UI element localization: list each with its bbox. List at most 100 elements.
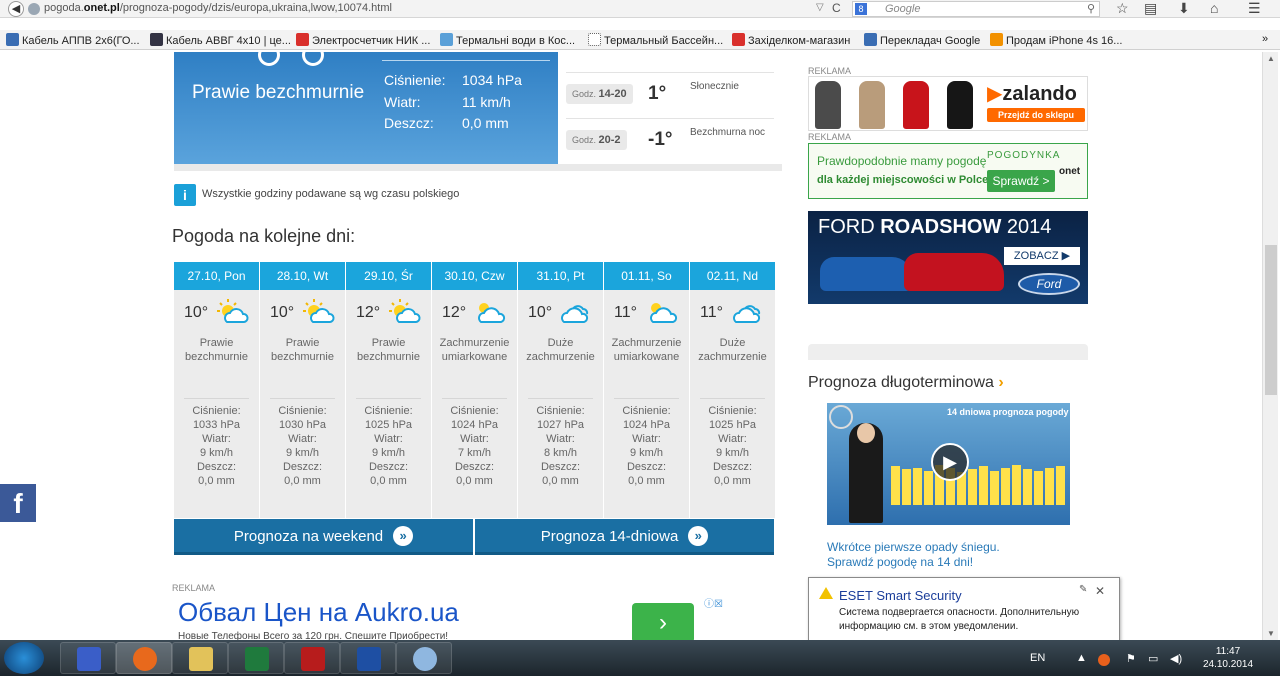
ad-title[interactable]: Обвал Цен на Aukro.ua	[178, 597, 459, 628]
divider	[528, 398, 593, 399]
taskbar-word[interactable]	[340, 642, 396, 674]
coat-image	[859, 81, 885, 129]
download-icon[interactable]: ⬇	[1178, 0, 1190, 17]
search-input[interactable]: 8 Google ⚲	[852, 1, 1100, 17]
back-button[interactable]: ◀	[8, 1, 24, 17]
bookmark-5[interactable]: Термальный Бассейн...	[588, 33, 723, 47]
taskbar-autocad[interactable]	[284, 642, 340, 674]
forecast-temp: 11°	[614, 304, 638, 321]
home-icon[interactable]: ⌂	[1210, 0, 1218, 16]
logo-icon	[829, 405, 853, 429]
video-bar	[1034, 470, 1043, 505]
network-icon[interactable]: ▭	[1148, 652, 1158, 665]
video-heading: 14 dniowa prognoza pogody	[947, 407, 1069, 417]
search-icon[interactable]: ⚲	[1087, 2, 1095, 16]
bookmarks-menu-icon[interactable]: ▤	[1144, 0, 1157, 17]
wind-value: 9 km/h	[285, 447, 319, 459]
ford-see-button[interactable]: ZOBACZ ▶	[1004, 247, 1080, 265]
taskbar-paint[interactable]	[396, 642, 452, 674]
weather-icon	[258, 52, 280, 66]
bookmarks-overflow-icon[interactable]: »	[1262, 33, 1268, 45]
volume-icon[interactable]: ◀)	[1170, 652, 1182, 665]
url-dropdown-icon[interactable]: ▽	[816, 2, 824, 13]
floppy-icon	[77, 647, 101, 671]
presenter-face	[857, 423, 875, 443]
fourteen-day-forecast-button[interactable]: Prognoza 14-dniowa»	[475, 519, 774, 555]
pog-check-button[interactable]: Sprawdź >	[987, 170, 1055, 192]
bookmark-8[interactable]: Продам iPhone 4s 16...	[990, 33, 1122, 47]
taskbar-explorer[interactable]	[172, 642, 228, 674]
bookmark-favicon-icon	[732, 33, 745, 46]
menu-icon[interactable]: ☰	[1248, 0, 1261, 17]
start-button[interactable]	[4, 642, 44, 674]
forecast-condition: Zachmurzenie umiarkowane	[611, 337, 682, 363]
video-bar	[1023, 469, 1032, 505]
site-icon	[28, 3, 40, 15]
cloud-sun-icon	[646, 298, 680, 324]
folder-icon	[189, 647, 213, 671]
pin-icon[interactable]: ✎	[1079, 584, 1087, 595]
tray-expand-icon[interactable]: ▲	[1076, 652, 1087, 664]
forecast-date: 02.11, Nd	[690, 262, 775, 290]
arrow-right-icon: »	[688, 526, 709, 546]
forecast-stats: Ciśnienie: 1024 hPa Wiatr: 7 km/h Deszcz: 0,0…	[434, 404, 515, 488]
pogodynka-ad[interactable]: Prawdopodobnie mamy pogodę dla każdej mi…	[808, 143, 1088, 199]
page-scrollbar[interactable]: ▲ ▼	[1262, 52, 1278, 640]
ford-logo: Ford	[1018, 273, 1080, 295]
language-indicator[interactable]: EN	[1030, 652, 1045, 664]
bookmark-star-icon[interactable]: ☆	[1116, 0, 1129, 17]
refresh-icon[interactable]: C	[832, 1, 841, 15]
zalando-ad[interactable]: ▶zalando Przejdź do sklepu	[808, 76, 1088, 131]
long-forecast-title[interactable]: Prognoza długoterminowa ›	[808, 374, 1004, 392]
taskbar-firefox[interactable]	[116, 642, 172, 674]
forecast-video[interactable]: 14 dniowa prognoza pogody ▶	[827, 403, 1070, 525]
next-days-title: Pogoda na kolejne dni:	[172, 226, 356, 246]
long-forecast-header-bar	[808, 344, 1088, 360]
eset-tray-icon[interactable]	[1098, 654, 1110, 666]
bookmark-7[interactable]: Перекладач Google	[864, 33, 980, 47]
clouds-icon	[560, 298, 594, 324]
clouds-icon	[732, 298, 766, 324]
facebook-icon[interactable]: f	[0, 484, 36, 522]
bookmark-4[interactable]: Термальні води в Кос...	[440, 33, 575, 47]
flag-icon[interactable]: ⚑	[1126, 652, 1136, 665]
excel-icon	[245, 647, 269, 671]
bookmark-6[interactable]: Західелком-магазин	[732, 33, 850, 47]
hour-temp: -1°	[648, 129, 673, 150]
scroll-down-icon[interactable]: ▼	[1267, 629, 1275, 638]
divider	[270, 398, 335, 399]
ad-label: REKLAMA	[808, 132, 852, 142]
play-icon[interactable]: ▶	[931, 443, 969, 481]
bookmark-2[interactable]: Кабель АВВГ 4х10 | це...	[150, 33, 291, 47]
clock[interactable]: 11:47 24.10.2014	[1200, 645, 1256, 671]
taskbar-excel[interactable]	[228, 642, 284, 674]
rain-value: 0,0 mm	[714, 475, 751, 487]
ad-label: REKLAMA	[808, 66, 852, 76]
sun-cloud-icon	[388, 298, 422, 324]
scroll-thumb[interactable]	[1265, 245, 1277, 395]
bookmark-1[interactable]: Кабель АППВ 2х6(ГО...	[6, 33, 140, 47]
taskbar-save-app[interactable]	[60, 642, 116, 674]
forecast-stats: Ciśnienie: 1027 hPa Wiatr: 8 km/h Deszcz: 0,0…	[520, 404, 601, 488]
pressure-label: Ciśnienie:	[192, 405, 241, 417]
pressure-value: 1033 hPa	[192, 419, 241, 431]
video-bar	[1056, 466, 1065, 505]
video-bar	[990, 470, 999, 505]
close-icon[interactable]: ✕	[1095, 584, 1105, 598]
ad-go-button[interactable]: ›	[632, 603, 694, 643]
bookmark-3[interactable]: Электросчетчик НИК ...	[296, 33, 430, 47]
ford-roadshow-ad[interactable]: FORD ROADSHOW 2014 ZOBACZ ▶ Ford	[808, 211, 1088, 304]
scroll-up-icon[interactable]: ▲	[1267, 54, 1275, 63]
sun-cloud-icon	[216, 298, 250, 324]
pressure-label: Ciśnienie:	[364, 405, 413, 417]
weekend-forecast-button[interactable]: Prognoza na weekend»	[174, 519, 473, 555]
address-field[interactable]: pogoda.onet.pl/prognoza-pogody/dzis/euro…	[44, 2, 392, 14]
pog-line2: dla każdej miejscowości w Polce!	[817, 174, 992, 186]
wind-label: Wiatr:	[460, 433, 489, 445]
video-caption[interactable]: Wkrótce pierwsze opady śniegu. Sprawdź po…	[827, 540, 1000, 570]
eset-notification[interactable]: ESET Smart Security Система подвергается…	[808, 577, 1120, 641]
ad-close-icon[interactable]: ⓘ☒	[704, 595, 723, 610]
hourly-row: Godz. 14-20 1° Słonecznie	[566, 72, 774, 114]
zalando-shop-button[interactable]: Przejdź do sklepu	[987, 108, 1085, 122]
pressure-label: Ciśnienie:	[278, 405, 327, 417]
